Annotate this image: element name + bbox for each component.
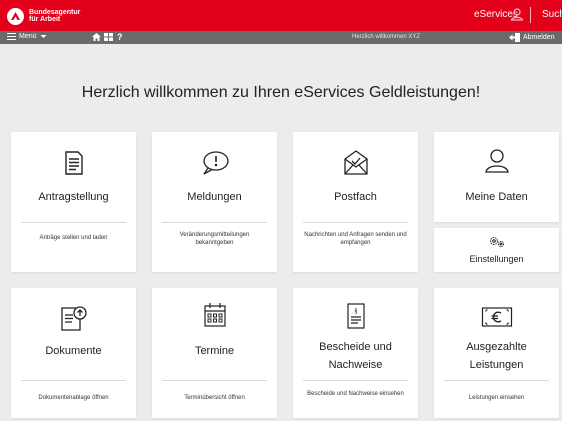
top-header: Bundesagentur für Arbeit eServices Suche — [0, 0, 562, 31]
tile-description: Nachrichten und Anfragen senden und empf… — [304, 232, 407, 246]
hamburger-icon — [7, 33, 16, 40]
speech-bubble-icon — [152, 150, 277, 176]
tile-einstellungen[interactable]: Einstellungen — [434, 228, 559, 272]
menu-label: Menü — [19, 33, 37, 40]
header-separator — [530, 7, 531, 23]
tile-title: Postfach — [334, 191, 377, 203]
ba-logo[interactable]: Bundesagentur für Arbeit — [7, 5, 80, 27]
tile-termine[interactable]: Termine Terminübersicht öffnen — [152, 288, 277, 418]
tile-divider — [303, 380, 408, 381]
tile-divider — [162, 380, 267, 381]
document-upload-icon — [11, 304, 136, 332]
tile-description: Anträge stellen und laden — [39, 235, 108, 241]
tile-title: Bescheide und Nachweise — [319, 341, 392, 371]
logout-label: Abmelden — [523, 34, 555, 41]
logo-line-2: für Arbeit — [29, 16, 61, 23]
home-icon[interactable] — [92, 33, 101, 43]
logout-icon — [509, 33, 520, 42]
ba-logo-icon — [7, 7, 24, 25]
tile-ausgezahlte-leistungen[interactable]: Ausgezahlte Leistungen Leistungen einseh… — [434, 288, 559, 418]
tile-title: Meine Daten — [465, 191, 528, 203]
tile-divider — [303, 222, 408, 223]
tile-divider — [162, 222, 267, 223]
welcome-user-text: Herzlich willkommen XYZ — [352, 34, 421, 40]
tile-title: Termine — [194, 345, 235, 357]
logout-button[interactable]: Abmelden — [509, 33, 555, 42]
tile-title: Dokumente — [45, 345, 102, 357]
menu-bar: Menü ? Herzlich willkommen XYZ Abmelden — [0, 31, 562, 44]
search-link[interactable]: Suche — [542, 9, 562, 20]
tile-description: Dokumentenablage öffnen — [38, 395, 109, 401]
tile-divider — [21, 222, 126, 223]
calendar-icon — [152, 302, 277, 328]
tile-title: Meldungen — [187, 191, 242, 203]
tile-description: Bescheide und Nachweise einsehen — [307, 391, 404, 397]
euro-note-icon — [434, 306, 559, 328]
page-title: Herzlich willkommen zu Ihren eServices G… — [81, 84, 481, 101]
document-icon — [11, 150, 136, 176]
menu-button[interactable]: Menü — [7, 33, 47, 40]
envelope-icon — [293, 148, 418, 176]
svg-text:§: § — [354, 307, 358, 315]
tile-description: Veränderungsmitteilungen bekanntgeben — [179, 232, 250, 246]
tile-antragstellung[interactable]: Antragstellung Anträge stellen und laden — [11, 132, 136, 272]
help-icon[interactable]: ? — [117, 32, 123, 42]
tile-title: Antragstellung — [38, 191, 109, 203]
gears-icon — [434, 236, 559, 248]
logo-line-1: Bundesagentur — [29, 9, 81, 16]
tile-description: Terminübersicht öffnen — [184, 395, 245, 401]
tile-meldungen[interactable]: Meldungen Veränderungsmitteilungen bekan… — [152, 132, 277, 272]
tile-meine-daten[interactable]: Meine Daten — [434, 132, 559, 222]
apps-grid-icon[interactable] — [104, 33, 113, 43]
user-icon — [434, 148, 559, 174]
user-icon[interactable] — [510, 7, 524, 26]
tile-description: Leistungen einsehen — [468, 395, 525, 401]
tile-postfach[interactable]: Postfach Nachrichten und Anfragen senden… — [293, 132, 418, 272]
tile-divider — [21, 380, 126, 381]
tile-title: Einstellungen — [469, 254, 524, 264]
chevron-down-icon — [40, 35, 47, 38]
tile-divider — [444, 380, 549, 381]
tile-bescheide-nachweise[interactable]: § Bescheide und Nachweise Bescheide und … — [293, 288, 418, 418]
tile-dokumente[interactable]: Dokumente Dokumentenablage öffnen — [11, 288, 136, 418]
paragraph-document-icon: § — [293, 302, 418, 330]
tile-title: Ausgezahlte Leistungen — [466, 341, 527, 371]
